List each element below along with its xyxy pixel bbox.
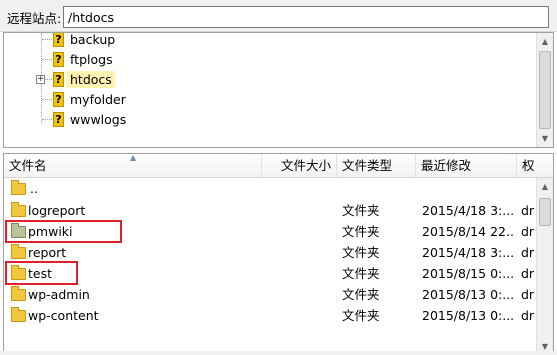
tree-item-backup[interactable]: ? backup	[4, 32, 534, 50]
tree-item-htdocs[interactable]: + ? htdocs	[4, 70, 534, 90]
tree-connector	[42, 39, 52, 40]
status-bar	[0, 351, 557, 355]
file-name: wp-admin	[28, 287, 90, 302]
file-row-parent[interactable]: ..	[4, 178, 538, 199]
column-header-label: 权	[522, 158, 535, 173]
file-type: 文件夹	[342, 245, 380, 260]
tree-item-label: backup	[70, 32, 116, 47]
scroll-thumb[interactable]	[539, 51, 551, 129]
file-list-header: 文件名 ▲ 文件大小 文件类型 最近修改 权	[4, 153, 553, 178]
column-header-permissions[interactable]: 权	[517, 154, 553, 178]
folder-icon	[11, 180, 26, 195]
remote-path-input[interactable]	[63, 6, 549, 28]
file-name: report	[28, 245, 67, 260]
sort-ascending-icon: ▲	[130, 153, 137, 162]
column-header-label: 文件名	[9, 158, 47, 173]
tree-item-label: wwwlogs	[70, 112, 127, 127]
directory-tree: ? backup ? ftplogs + ? htdocs ? myfolder…	[3, 32, 554, 148]
expand-icon[interactable]: +	[36, 75, 45, 84]
file-modified: 2015/4/18 3:...	[422, 203, 514, 218]
file-name: pmwiki	[28, 224, 73, 239]
tree-item-ftplogs[interactable]: ? ftplogs	[4, 50, 534, 70]
tree-connector	[45, 79, 52, 80]
file-modified: 2015/8/13 0:...	[422, 308, 514, 323]
remote-site-label: 远程站点:	[7, 11, 62, 26]
file-row[interactable]: wp-admin 文件夹 2015/8/13 0:... dr	[4, 284, 538, 305]
file-row[interactable]: report 文件夹 2015/4/18 3:... dr	[4, 242, 538, 263]
scroll-up-icon[interactable]: ▲	[537, 178, 553, 195]
tree-connector	[42, 59, 52, 60]
file-modified: 2015/8/14 22...	[422, 224, 514, 239]
file-list-scrollbar[interactable]: ▲ ▼	[536, 178, 553, 354]
tree-item-label: htdocs	[67, 71, 115, 88]
column-header-label: 最近修改	[421, 158, 472, 173]
unknown-folder-icon: ?	[53, 92, 64, 107]
unknown-folder-icon: ?	[53, 72, 64, 87]
scroll-thumb[interactable]	[539, 198, 551, 226]
file-modified: 2015/8/15 0:...	[422, 266, 514, 281]
file-name: logreport	[28, 203, 86, 218]
file-name: test	[28, 266, 53, 281]
column-header-label: 文件大小	[280, 158, 331, 173]
folder-icon	[11, 307, 26, 322]
file-list: 文件名 ▲ 文件大小 文件类型 最近修改 权 .. logreport 文件夹 …	[3, 153, 554, 355]
file-row[interactable]: pmwiki 文件夹 2015/8/14 22... dr	[4, 221, 538, 242]
folder-green-icon	[11, 223, 26, 238]
tree-item-wwwlogs[interactable]: ? wwwlogs	[4, 110, 534, 130]
scroll-down-icon[interactable]: ▼	[537, 130, 553, 147]
folder-icon	[11, 202, 26, 217]
tree-connector	[42, 119, 52, 120]
file-row[interactable]: logreport 文件夹 2015/4/18 3:... dr	[4, 200, 538, 221]
file-modified: 2015/8/13 0:...	[422, 287, 514, 302]
file-type: 文件夹	[342, 308, 380, 323]
file-type: 文件夹	[342, 224, 380, 239]
folder-icon	[11, 265, 26, 280]
tree-item-label: ftplogs	[70, 52, 113, 67]
folder-icon	[11, 286, 26, 301]
column-header-label: 文件类型	[342, 158, 393, 173]
unknown-folder-icon: ?	[53, 33, 64, 47]
tree-scrollbar[interactable]: ▲ ▼	[536, 33, 553, 147]
scroll-up-icon[interactable]: ▲	[537, 33, 553, 50]
file-type: 文件夹	[342, 203, 380, 218]
file-modified: 2015/4/18 3:...	[422, 245, 514, 260]
file-row[interactable]: wp-content 文件夹 2015/8/13 0:... dr	[4, 305, 538, 326]
tree-item-label: myfolder	[70, 92, 126, 107]
column-header-type[interactable]: 文件类型	[337, 154, 416, 178]
file-row[interactable]: test 文件夹 2015/8/15 0:... dr	[4, 263, 538, 284]
unknown-folder-icon: ?	[53, 52, 64, 67]
tree-item-myfolder[interactable]: ? myfolder	[4, 90, 534, 110]
column-header-modified[interactable]: 最近修改	[416, 154, 517, 178]
column-header-size[interactable]: 文件大小	[262, 154, 337, 178]
file-name: ..	[30, 181, 38, 196]
folder-icon	[11, 244, 26, 259]
file-type: 文件夹	[342, 287, 380, 302]
file-name: wp-content	[28, 308, 99, 323]
file-type: 文件夹	[342, 266, 380, 281]
remote-site-bar: 远程站点:	[0, 0, 557, 32]
tree-connector	[42, 99, 52, 100]
unknown-folder-icon: ?	[53, 112, 64, 127]
